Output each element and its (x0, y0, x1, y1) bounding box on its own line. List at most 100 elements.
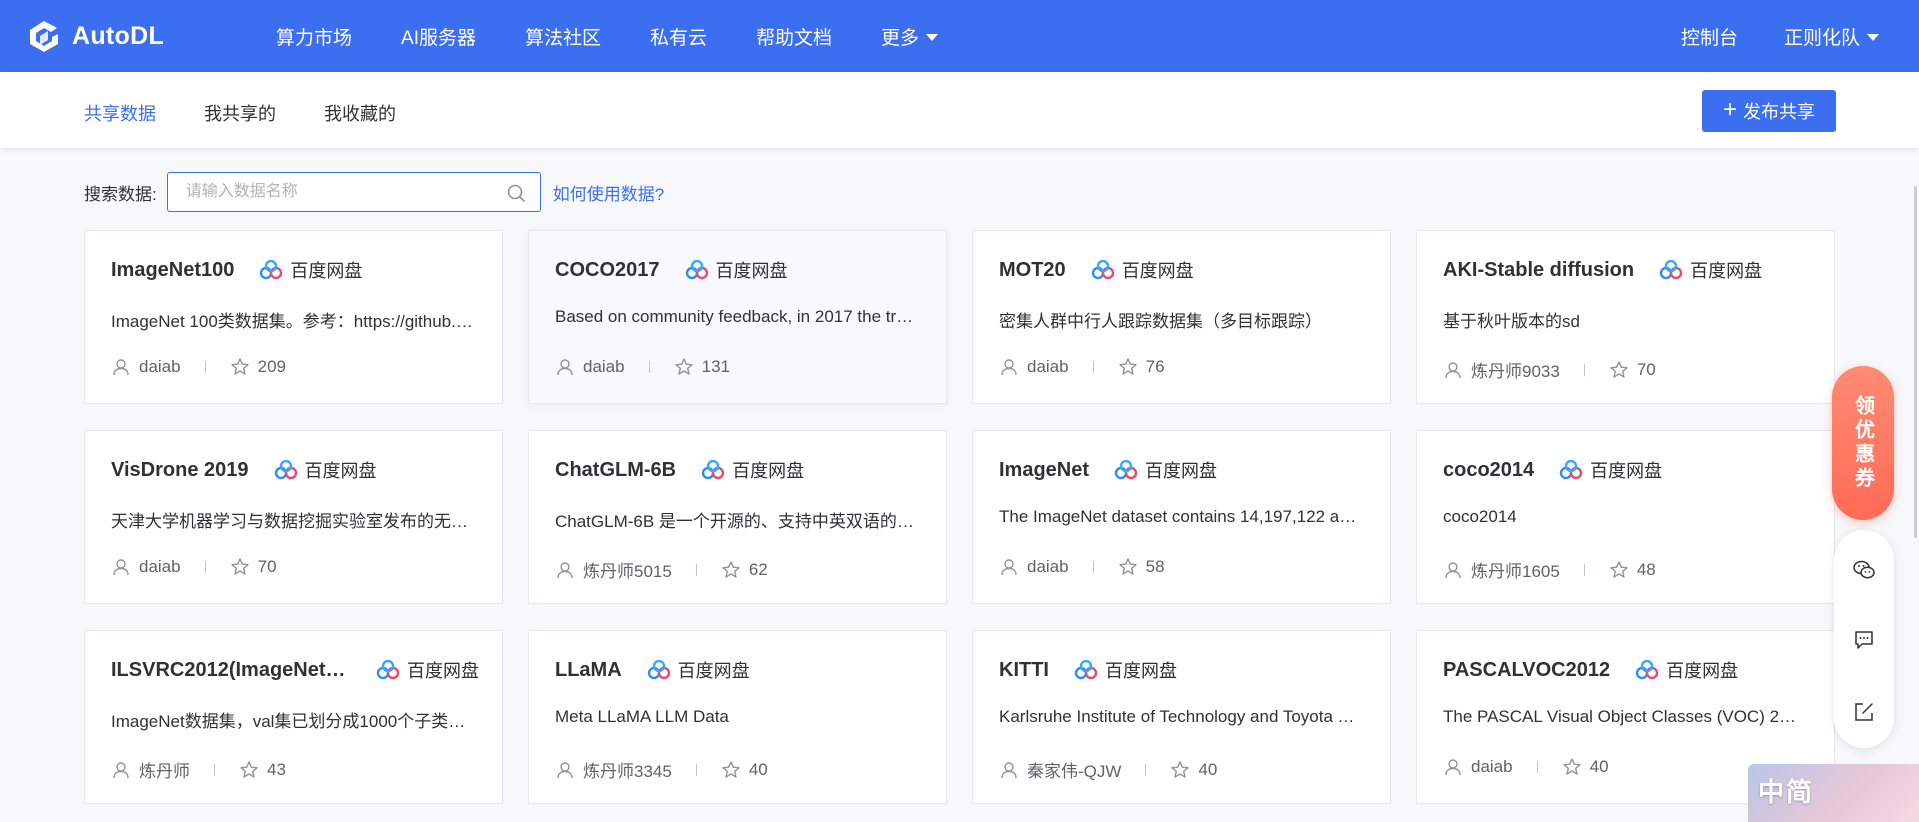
user-icon (1443, 360, 1463, 380)
dataset-card[interactable]: ImageNet100 百度网盘 ImageNet 100类数据集。参考：https… (84, 230, 503, 404)
card-title-row: ILSVRC2012(ImageNet-1k) 百度网盘 (111, 657, 480, 683)
dataset-card[interactable]: LLaMA 百度网盘 Meta LLaMA LLM Data 炼丹师3345 40 (528, 630, 947, 804)
autodl-logo-icon (30, 21, 58, 52)
star-icon[interactable] (1118, 557, 1138, 577)
baidu-pan-icon (1113, 460, 1145, 480)
dataset-card[interactable]: AKI-Stable diffusion 百度网盘 基于秋叶版本的sd 炼丹师9033… (1416, 230, 1835, 404)
dataset-description: 天津大学机器学习与数据挖掘实验室发布的无人机数据集 (111, 512, 473, 531)
user-icon (111, 557, 131, 577)
dataset-card[interactable]: MOT20 百度网盘 密集人群中行人跟踪数据集（多目标跟踪） daiab 76 (972, 230, 1391, 404)
user-icon (999, 760, 1019, 780)
baidu-pan-icon (684, 260, 716, 280)
user-icon (999, 357, 1019, 377)
wechat-icon[interactable] (1852, 558, 1876, 582)
star-icon[interactable] (230, 557, 250, 577)
storage-badge: 百度网盘 (700, 457, 804, 483)
dataset-card[interactable]: VisDrone 2019 百度网盘天津大学机器学习与数据挖掘实验室发布的无人机数… (84, 430, 503, 604)
storage-badge: 百度网盘 (1634, 657, 1738, 683)
dataset-description: The ImageNet dataset contains 14,197,122… (999, 507, 1361, 526)
card-title-row: ImageNet100 百度网盘 (111, 257, 480, 283)
nav-item-compute-market[interactable]: 算力市场 (276, 23, 352, 50)
star-icon[interactable] (1118, 357, 1138, 377)
star-icon[interactable] (1170, 760, 1190, 780)
tab-my-favorites[interactable]: 我收藏的 (324, 100, 396, 126)
dataset-author: 秦家伟-QJW (1027, 762, 1122, 781)
dataset-title: coco2014 (1443, 458, 1535, 481)
page-scrollbar[interactable] (1914, 186, 1917, 538)
divider (1583, 363, 1585, 376)
storage-badge: 百度网盘 (1658, 257, 1762, 283)
baidu-pan-icon (258, 260, 290, 280)
dataset-title: KITTI (999, 658, 1049, 681)
star-count: 131 (701, 357, 730, 376)
console-link[interactable]: 控制台 (1681, 23, 1738, 50)
card-meta: 炼丹师1605 48 (1443, 557, 1656, 582)
tab-my-shared[interactable]: 我共享的 (204, 100, 276, 126)
dataset-card[interactable]: KITTI 百度网盘 Karlsruhe Institute of Technolo… (972, 630, 1391, 804)
storage-badge: 百度网盘 (1073, 657, 1177, 683)
search-input[interactable] (167, 173, 488, 211)
team-dropdown[interactable]: 正则化队 (1784, 23, 1879, 50)
card-title-row: PASCALVOC2012 百度网盘 (1443, 657, 1812, 683)
card-title-row: MOT20 百度网盘 (999, 257, 1368, 283)
dataset-title: AKI-Stable diffusion (1443, 258, 1635, 281)
dataset-title: ImageNet (999, 458, 1090, 481)
dataset-author: daiab (1027, 357, 1069, 376)
nav-item-ai-server[interactable]: AI服务器 (401, 23, 476, 50)
feedback-chat-icon[interactable] (1852, 628, 1876, 652)
star-icon[interactable] (1609, 360, 1629, 380)
dataset-card[interactable]: ImageNet 百度网盘 The ImageNet dataset contain… (972, 430, 1391, 604)
storage-label: 百度网盘 (1145, 461, 1218, 481)
star-icon[interactable] (674, 357, 694, 377)
tab-shared-data[interactable]: 共享数据 (84, 100, 156, 126)
dataset-card[interactable]: ChatGLM-6B 百度网盘 ChatGLM-6B 是一个开源的、支持中英双语的对… (528, 430, 947, 604)
nav-item-algorithm-community[interactable]: 算法社区 (525, 23, 601, 50)
baidu-pan-icon (1634, 660, 1666, 680)
coupon-button[interactable]: 领优惠券 (1832, 366, 1894, 520)
star-icon[interactable] (1562, 757, 1582, 777)
divider (204, 361, 206, 373)
dataset-description: 密集人群中行人跟踪数据集（多目标跟踪） (999, 312, 1322, 331)
dataset-description: Based on community feedback, in 2017 the… (555, 307, 917, 326)
ime-widget[interactable]: 中简 (1748, 764, 1919, 822)
user-icon (1443, 560, 1463, 580)
plus-icon: + (1722, 96, 1737, 123)
dataset-title: VisDrone 2019 (111, 458, 249, 481)
storage-label: 百度网盘 (715, 261, 788, 281)
card-meta: daiab 209 (111, 357, 286, 377)
card-title-row: AKI-Stable diffusion 百度网盘 (1443, 257, 1812, 283)
nav-item-help-docs[interactable]: 帮助文档 (756, 23, 832, 50)
storage-badge: 百度网盘 (1113, 457, 1217, 483)
storage-label: 百度网盘 (304, 461, 377, 481)
dataset-card[interactable]: coco2014 百度网盘 coco2014 炼丹师1605 48 (1416, 430, 1835, 604)
star-icon[interactable] (721, 560, 741, 580)
divider (1583, 563, 1585, 576)
star-icon[interactable] (239, 760, 259, 780)
divider (1145, 763, 1147, 776)
edit-icon[interactable] (1852, 700, 1876, 724)
star-count: 43 (267, 759, 286, 779)
dataset-author: daiab (139, 557, 181, 576)
card-title-row: coco2014 百度网盘 (1443, 457, 1812, 483)
card-meta: daiab 58 (999, 557, 1165, 577)
baidu-pan-icon (273, 460, 305, 480)
search-icon[interactable] (506, 183, 526, 203)
nav-item-private-cloud[interactable]: 私有云 (650, 23, 707, 50)
storage-label: 百度网盘 (1590, 461, 1663, 481)
star-icon[interactable] (721, 760, 741, 780)
search-label: 搜索数据: (84, 184, 157, 204)
nav-item-more[interactable]: 更多 (881, 23, 939, 50)
side-toolbar (1834, 530, 1894, 748)
dataset-card[interactable]: COCO2017 百度网盘 Based on community feedback,… (528, 230, 947, 404)
star-icon[interactable] (1609, 560, 1629, 580)
divider (1092, 561, 1094, 573)
chevron-down-icon (1867, 33, 1879, 41)
dataset-title: PASCALVOC2012 (1443, 658, 1611, 681)
logo[interactable]: AutoDL (24, 14, 164, 58)
how-to-use-data-link[interactable]: 如何使用数据? (553, 180, 664, 205)
storage-badge: 百度网盘 (684, 257, 788, 283)
dataset-card[interactable]: ILSVRC2012(ImageNet-1k) 百度网盘 ImageNet数据集，v… (84, 630, 503, 804)
dataset-description: ChatGLM-6B 是一个开源的、支持中英双语的对话语言模型 (555, 512, 917, 531)
star-icon[interactable] (230, 357, 250, 377)
publish-share-button[interactable]: + 发布共享 (1702, 90, 1836, 132)
